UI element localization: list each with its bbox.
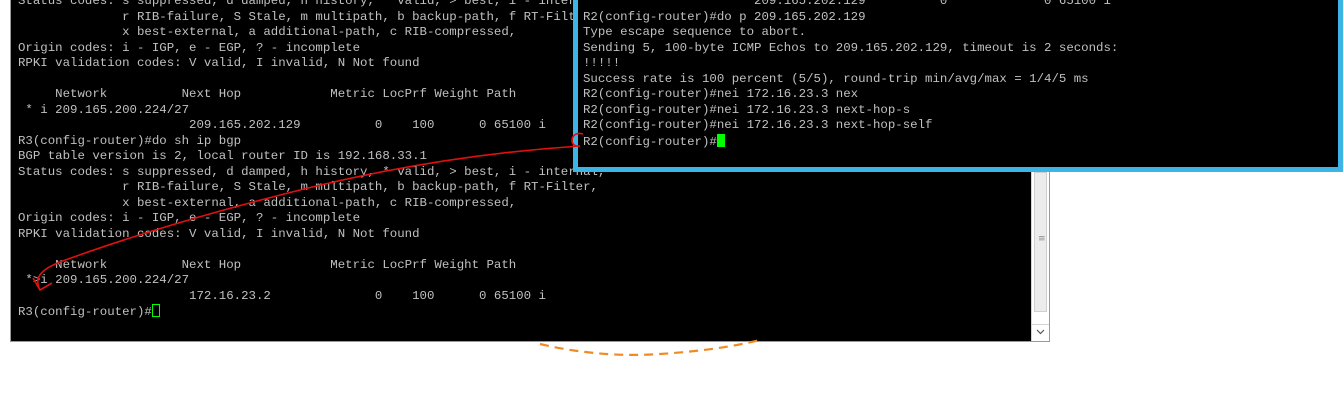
terminal-line: R2(config-router)#nei 172.16.23.3 nex [583, 87, 859, 101]
terminal-line: R2(config-router)#nei 172.16.23.3 next-h… [583, 102, 911, 117]
terminal-line: BGP table version is 2, local router ID … [18, 149, 427, 163]
terminal-line: r RIB-failure, S Stale, m multipath, b b… [18, 180, 598, 194]
r3-terminal-output: Status codes: s suppressed, d damped, h … [18, 0, 605, 320]
terminal-line: R2(config-router)#nei 172.16.23.3 next-h… [583, 118, 933, 132]
r2-terminal-window[interactable]: 209.165.202.129 0 0 65100 i R2(config-ro… [573, 0, 1343, 172]
r3-cursor [151, 304, 160, 317]
terminal-line: r RIB-failure, S Stale, m multipath, b b… [18, 9, 598, 24]
terminal-line: R2(config-router)#do p 209.165.202.129 [583, 9, 866, 24]
terminal-line: Status codes: s suppressed, d damped, h … [18, 164, 606, 179]
terminal-prompt-line[interactable]: R3(config-router)# [18, 304, 605, 320]
terminal-line: Type escape sequence to abort. [583, 25, 807, 39]
r3-prompt: R3(config-router)# [18, 305, 152, 319]
terminal-line: 209.165.202.129 0 100 0 65100 i [18, 118, 546, 132]
terminal-prompt-line[interactable]: R2(config-router)# [583, 133, 1118, 150]
terminal-line: Origin codes: i - IGP, e - EGP, ? - inco… [18, 211, 361, 225]
r3-scroll-down-button[interactable] [1032, 324, 1049, 341]
terminal-line: Network Next Hop Metric LocPrf Weight Pa… [18, 87, 517, 101]
terminal-line: Success rate is 100 percent (5/5), round… [583, 71, 1089, 86]
terminal-line: 172.16.23.2 0 100 0 65100 i [18, 288, 546, 303]
terminal-line: * i 209.165.200.224/27 [18, 102, 190, 117]
r2-cursor [716, 133, 725, 147]
r2-terminal-output: 209.165.202.129 0 0 65100 i R2(config-ro… [583, 0, 1118, 149]
terminal-line: *>i 209.165.200.224/27 [18, 273, 190, 287]
scroll-grip-icon: ≡ [1038, 234, 1046, 244]
terminal-line: x best-external, a additional-path, c RI… [18, 195, 517, 210]
terminal-line: 209.165.202.129 0 0 65100 i [583, 0, 1111, 8]
annotation-dashed-curve [539, 338, 761, 356]
terminal-line: Status codes: s suppressed, d damped, h … [18, 0, 606, 8]
terminal-line: RPKI validation codes: V valid, I invali… [18, 226, 420, 241]
terminal-line: Network Next Hop Metric LocPrf Weight Pa… [18, 257, 517, 272]
terminal-line: !!!!! [583, 56, 621, 70]
terminal-line: Origin codes: i - IGP, e - EGP, ? - inco… [18, 40, 361, 55]
chevron-down-icon [1036, 327, 1045, 339]
terminal-line: RPKI validation codes: V valid, I invali… [18, 56, 420, 70]
terminal-line: Sending 5, 100-byte ICMP Echos to 209.16… [583, 40, 1119, 55]
r3-scroll-thumb[interactable]: ≡ [1034, 172, 1047, 312]
terminal-line: x best-external, a additional-path, c RI… [18, 25, 517, 39]
r2-prompt: R2(config-router)# [583, 134, 717, 149]
terminal-line: R3(config-router)#do sh ip bgp [18, 133, 242, 148]
